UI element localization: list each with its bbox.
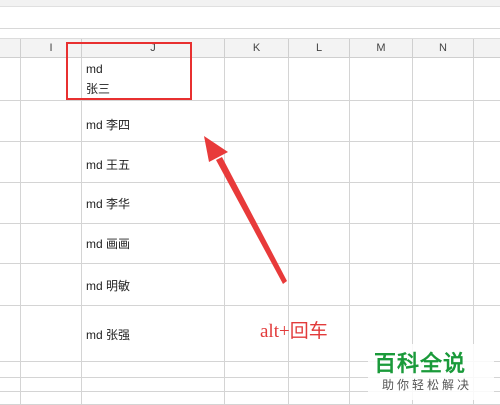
watermark-subtitle: 助你轻松解决 [382, 378, 473, 392]
column-header-k[interactable]: K [225, 39, 289, 57]
cell-j: md 画画 [86, 237, 131, 251]
table-row[interactable]: md 李华 [0, 183, 500, 224]
cell-j: md 王五 [86, 158, 131, 172]
table-row[interactable]: md 李四 [0, 101, 500, 142]
shortcut-annotation: alt+回车 [260, 321, 328, 342]
formula-bar-area [0, 0, 500, 29]
cell-j: md 张强 [86, 328, 131, 342]
table-row[interactable]: md 明敏 [0, 264, 500, 306]
table-row[interactable]: md 画画 [0, 224, 500, 264]
cell-j: md 李华 [86, 197, 131, 211]
cell-j: md 明敏 [86, 279, 131, 293]
toolbar-strip [0, 0, 500, 7]
highlight-box [66, 42, 192, 100]
column-header-blank [0, 39, 21, 57]
cell-j: md 李四 [86, 118, 131, 132]
watermark-logo: 百科全说 助你轻松解决 [368, 344, 494, 400]
column-header-m[interactable]: M [350, 39, 413, 57]
table-row[interactable]: md 王五 [0, 142, 500, 183]
column-header-n[interactable]: N [413, 39, 474, 57]
column-header-l[interactable]: L [289, 39, 350, 57]
watermark-title: 百科全说 [374, 351, 467, 376]
